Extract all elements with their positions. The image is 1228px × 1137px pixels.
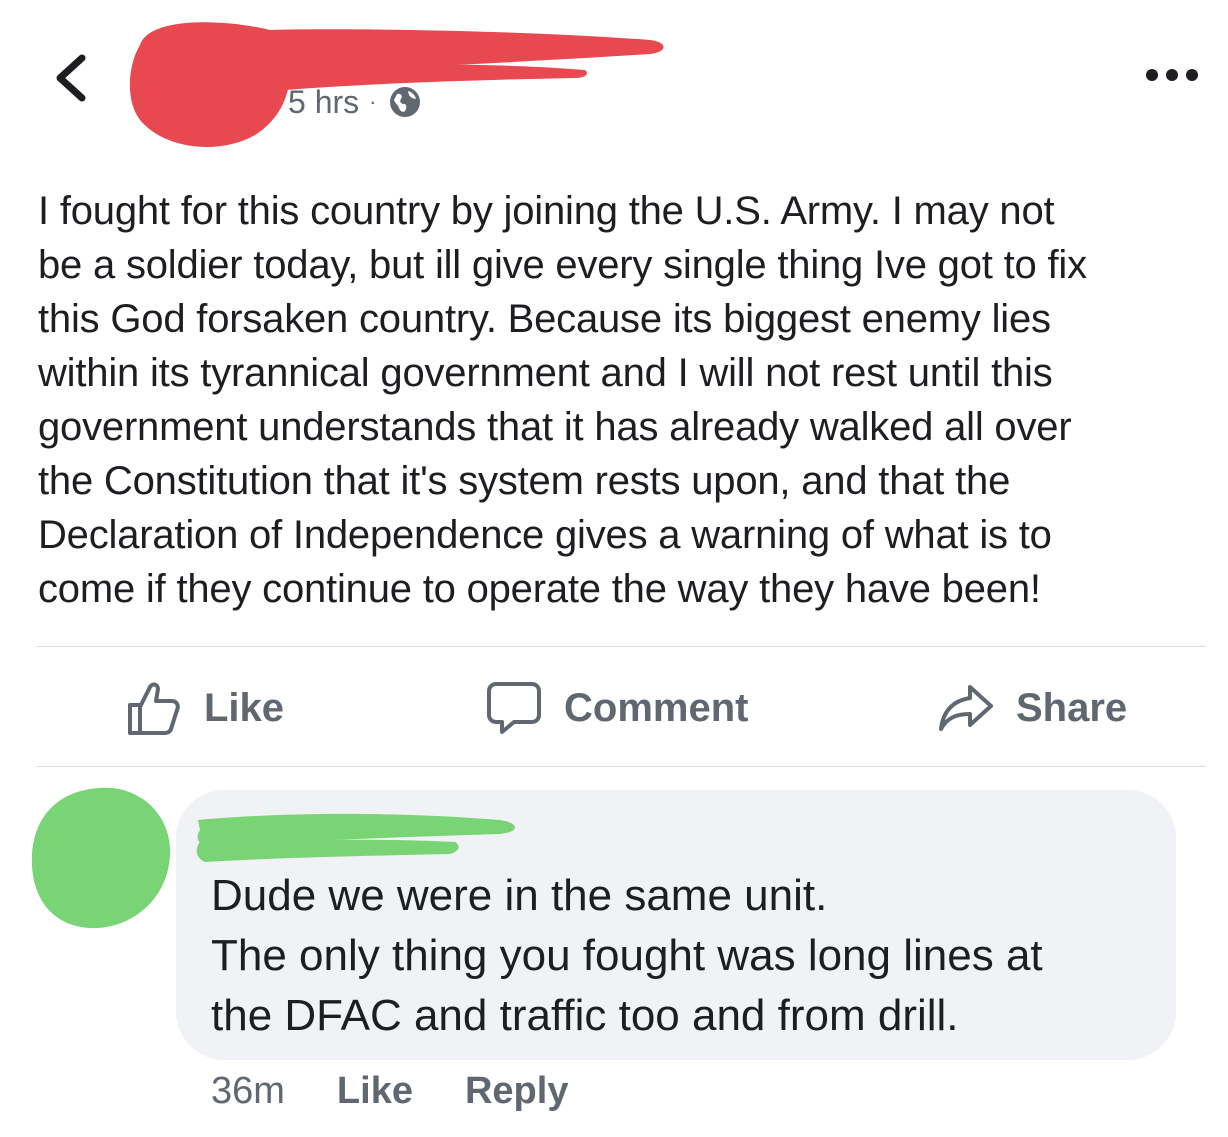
like-button[interactable]: Like	[126, 676, 284, 740]
globe-icon	[390, 87, 421, 117]
post-text-line: come if they continue to operate the way…	[38, 567, 1041, 611]
post-timestamp-row: 5 hrs ·	[288, 82, 422, 122]
comment-label: Comment	[564, 685, 749, 730]
comment-meta-row: 36m Like Reply	[211, 1066, 620, 1116]
post-text-line: within its tyrannical government and I w…	[38, 351, 1053, 395]
comment-reply-button[interactable]: Reply	[465, 1070, 568, 1113]
comment-text: Dude we were in the same unit. The only …	[211, 866, 1171, 1046]
comment-text-line: Dude we were in the same unit.	[211, 871, 828, 920]
share-arrow-icon	[939, 685, 993, 731]
back-button[interactable]	[48, 48, 98, 108]
comment-like-button[interactable]: Like	[337, 1070, 413, 1113]
more-options-button[interactable]	[1142, 60, 1202, 90]
speech-bubble-icon	[487, 682, 541, 734]
post-text-line: I fought for this country by joining the…	[38, 189, 1055, 233]
timestamp-separator: ·	[369, 89, 377, 114]
like-label: Like	[204, 685, 285, 730]
share-label: Share	[1016, 685, 1128, 730]
comment-button[interactable]: Comment	[486, 676, 748, 740]
post-text-line: this God forsaken country. Because its b…	[38, 297, 1051, 341]
divider-top	[36, 646, 1206, 647]
post-text-line: Declaration of Independence gives a warn…	[38, 513, 1052, 557]
post-text-line: be a soldier today, but ill give every s…	[38, 243, 1087, 287]
more-horizontal-icon	[1146, 69, 1198, 81]
post-text-line: government understands that it has alrea…	[38, 405, 1072, 449]
share-button[interactable]: Share	[938, 676, 1127, 740]
author-redaction	[129, 22, 664, 147]
post-text-line: the Constitution that it's system rests …	[38, 459, 1011, 503]
comment-timestamp[interactable]: 36m	[211, 1070, 285, 1113]
chevron-left-icon	[56, 54, 86, 102]
comment-text-line: The only thing you fought was long lines…	[211, 931, 1043, 980]
thumbs-up-icon	[128, 682, 180, 735]
post-timestamp[interactable]: 5 hrs	[288, 84, 359, 121]
post-body-text: I fought for this country by joining the…	[38, 184, 1218, 616]
comment-text-line: the DFAC and traffic too and from drill.	[211, 991, 959, 1040]
divider-bottom	[36, 766, 1206, 767]
